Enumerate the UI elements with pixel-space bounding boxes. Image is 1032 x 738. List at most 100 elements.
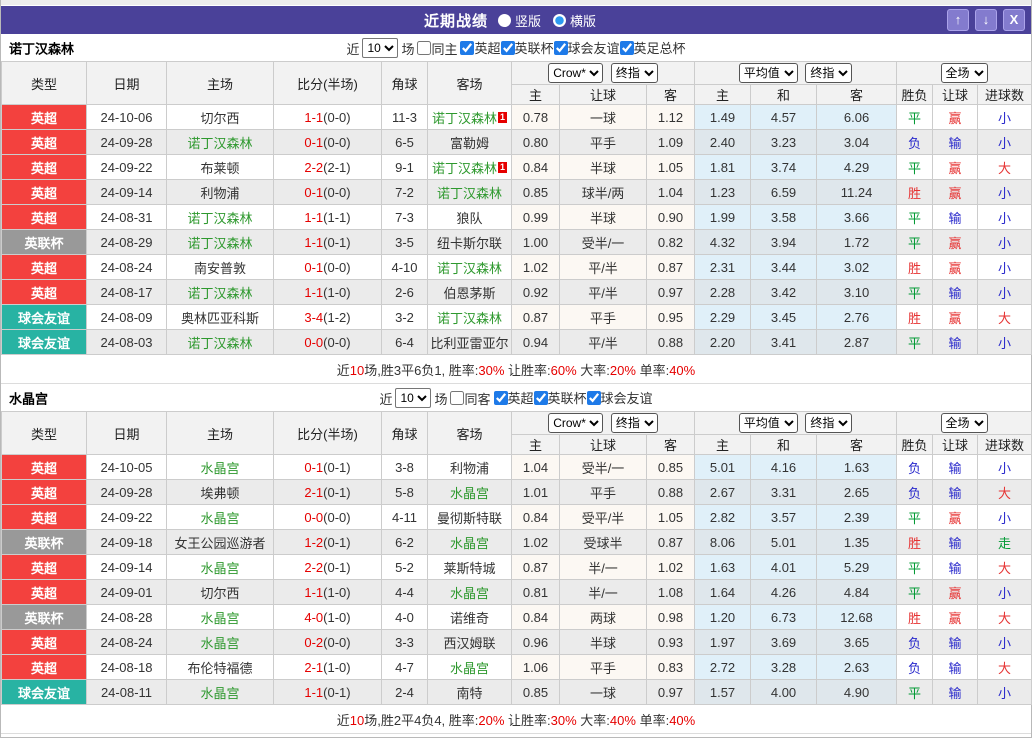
score-cell: 0-2(0-0) (273, 629, 382, 655)
summary-segment: 让胜率: (504, 363, 551, 378)
match-date: 24-09-28 (86, 129, 167, 155)
corner-score: 2-4 (381, 679, 428, 705)
away-team: 曼彻斯特联 (436, 510, 502, 526)
score-half: (0-0) (323, 184, 351, 200)
col-avg-draw: 和 (750, 434, 818, 455)
col-home: 主场 (166, 411, 274, 455)
home-team: 水晶宫 (166, 554, 274, 580)
odds-home: 1.02 (511, 529, 560, 555)
score-cell: 1-1(1-1) (273, 204, 382, 230)
league-filter-checkbox[interactable] (553, 40, 568, 55)
league-filter[interactable]: 球会友谊 (553, 38, 620, 57)
match-date: 24-09-01 (86, 579, 167, 605)
away-cell: 水晶宫 (427, 654, 512, 680)
match-date: 24-08-28 (86, 604, 167, 630)
away-cell: 纽卡斯尔联 (427, 229, 512, 255)
score-cell: 3-4(1-2) (273, 304, 382, 330)
result-goals: 小 (977, 679, 1032, 705)
avg-stage-select[interactable]: 终指 (805, 63, 853, 83)
scope-group-header: 全场 (896, 61, 1032, 85)
scope-select[interactable]: 全场 (940, 413, 988, 433)
league-filter[interactable]: 英超 (493, 388, 534, 407)
league-filter-checkbox[interactable] (460, 40, 475, 55)
corner-score: 3-2 (381, 304, 428, 330)
same-venue-checkbox[interactable] (417, 41, 432, 55)
league-filter-checkbox[interactable] (619, 40, 634, 55)
col-avg-home: 主 (694, 84, 752, 105)
result-wdl: 负 (896, 654, 934, 680)
avg-draw: 4.57 (750, 104, 818, 130)
avg-away: 5.29 (816, 554, 898, 580)
avg-home: 2.82 (694, 504, 752, 530)
odds-handicap: 两球 (559, 604, 647, 630)
league-filter[interactable]: 球会友谊 (586, 388, 653, 407)
home-team: 水晶宫 (166, 504, 274, 530)
results-table: 类型 日期 主场 比分(半场) 角球 客场 Crow* 终指 平均值 终指 全场… (1, 411, 1032, 705)
home-team: 诺丁汉森林 (166, 329, 274, 355)
same-venue-filter[interactable]: 同主 (417, 39, 457, 58)
odds-company-select[interactable]: Crow* (548, 63, 604, 83)
match-count-select[interactable]: 10 (362, 38, 399, 58)
league-filter-checkbox[interactable] (500, 40, 515, 55)
avg-stage-select[interactable]: 终指 (805, 413, 853, 433)
match-count-select[interactable]: 10 (395, 388, 432, 408)
odds-handicap: 一球 (559, 104, 647, 130)
table-row: 英超 24-08-17 诺丁汉森林 1-1(1-0) 2-6 伯恩茅斯 0.92… (1, 279, 1032, 305)
avg-select[interactable]: 平均值 (738, 413, 798, 433)
layout-option-vertical[interactable]: 竖版 (497, 11, 541, 30)
odds-company-select[interactable]: Crow* (548, 413, 604, 433)
col-odds-home: 主 (511, 84, 560, 105)
score-cell: 0-0(0-0) (273, 504, 382, 530)
score-half: (0-1) (323, 459, 351, 475)
league-filter[interactable]: 英联杯 (500, 38, 554, 57)
avg-home: 2.29 (694, 304, 752, 330)
score-full: 1-2 (304, 534, 324, 550)
away-team: 伯恩茅斯 (443, 285, 496, 301)
odds-home: 1.01 (511, 479, 560, 505)
table-row: 英联杯 24-09-18 女王公园巡游者 1-2(0-1) 6-2 水晶宫 1.… (1, 529, 1032, 555)
close-button[interactable]: X (1003, 9, 1025, 31)
away-team: 利物浦 (449, 460, 489, 476)
avg-home: 2.20 (694, 329, 752, 355)
league-badge: 英超 (1, 454, 87, 480)
match-date: 24-10-06 (86, 104, 167, 130)
corner-score: 4-11 (381, 504, 428, 530)
score-full: 2-2 (304, 159, 324, 175)
score-cell: 2-1(1-0) (273, 654, 382, 680)
odds-handicap: 平手 (559, 129, 647, 155)
odds-handicap: 平/半 (559, 254, 647, 280)
odds-home: 0.94 (511, 329, 560, 355)
league-filter[interactable]: 英足总杯 (619, 38, 686, 57)
same-venue-checkbox[interactable] (450, 391, 465, 405)
away-team: 诺丁汉森林 (436, 310, 502, 326)
league-filter-checkbox[interactable] (586, 390, 601, 405)
same-venue-filter[interactable]: 同客 (450, 389, 491, 408)
results-section-forest: 诺丁汉森林 近 10 场 同主 英超 英联杯 球会友谊 英足总杯 类型 日期 主… (1, 34, 1032, 384)
odds-stage-select[interactable]: 终指 (610, 413, 658, 433)
away-cell: 诺丁汉森林 (427, 254, 512, 280)
away-cell: 曼彻斯特联 (427, 504, 512, 530)
col-away: 客场 (427, 411, 512, 455)
result-goals: 大 (977, 154, 1032, 180)
score-cell: 0-1(0-0) (273, 129, 382, 155)
league-filter-checkbox[interactable] (533, 390, 548, 405)
result-wdl: 胜 (896, 604, 934, 630)
league-filter[interactable]: 英超 (460, 38, 501, 57)
away-cell: 诺维奇 (427, 604, 512, 630)
league-filter-checkbox[interactable] (493, 390, 508, 405)
summary-segment: 20% (478, 713, 505, 728)
score-half: (0-1) (323, 684, 351, 700)
corner-score: 6-2 (381, 529, 428, 555)
odds-home: 0.87 (511, 554, 560, 580)
league-filter[interactable]: 英联杯 (533, 388, 587, 407)
layout-option-horizontal[interactable]: 横版 (553, 11, 596, 30)
odds-stage-select[interactable]: 终指 (610, 63, 658, 83)
score-cell: 2-2(0-1) (273, 554, 382, 580)
odds-away: 0.88 (645, 329, 696, 355)
scope-select[interactable]: 全场 (940, 63, 988, 83)
avg-home: 1.63 (694, 554, 752, 580)
avg-select[interactable]: 平均值 (738, 63, 798, 83)
move-down-button[interactable]: ↓ (975, 9, 997, 31)
move-up-button[interactable]: ↑ (947, 9, 969, 31)
odds-home: 0.99 (511, 204, 560, 230)
